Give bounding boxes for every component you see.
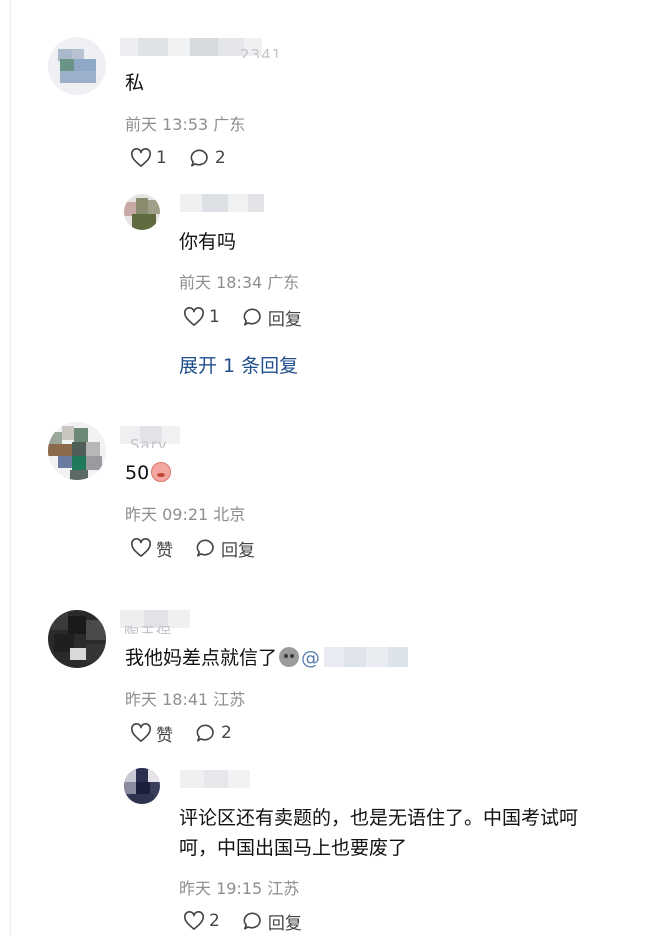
- heart-outline-icon: [183, 307, 209, 327]
- reply-button[interactable]: 回复: [195, 536, 255, 561]
- username-blurred[interactable]: [180, 770, 252, 788]
- heart-outline-icon: [130, 723, 156, 743]
- reply-text-line-2: 呵，中国出国马上也要废了: [179, 837, 408, 859]
- reply-label: 回复: [221, 540, 255, 561]
- reply-button[interactable]: 回复: [242, 909, 302, 934]
- speech-bubble-icon: [195, 723, 221, 743]
- pig-emoji-icon: [151, 462, 172, 482]
- like-button[interactable]: 赞: [130, 536, 173, 561]
- like-label: 赞: [156, 725, 173, 746]
- avatar[interactable]: [48, 610, 106, 668]
- reply-actions: 1 回复: [183, 305, 324, 330]
- comment-actions: 1 2: [130, 146, 248, 170]
- reply-button[interactable]: 回复: [242, 305, 302, 330]
- speech-bubble-icon: [195, 538, 221, 558]
- reply-meta: 昨天 19:15 江苏: [179, 879, 300, 898]
- mention-blurred[interactable]: [324, 647, 410, 667]
- comment-text: 私: [125, 72, 145, 94]
- reply-text: 评论区还有卖题的，也是无语住了。中国考试呵 呵，中国出国马上也要废了: [179, 803, 578, 863]
- speech-bubble-icon: [189, 148, 215, 168]
- heart-outline-icon: [130, 538, 156, 558]
- speech-bubble-icon: [242, 911, 268, 931]
- like-count: 1: [156, 148, 167, 168]
- reply-button[interactable]: 2: [195, 723, 232, 743]
- like-count: 2: [209, 911, 220, 931]
- reply-text-line-1: 评论区还有卖题的，也是无语住了。中国考试呵: [179, 807, 579, 829]
- comment-meta: 昨天 09:21 北京: [125, 505, 246, 524]
- heart-outline-icon: [130, 148, 156, 168]
- comment-actions: 赞 2: [130, 721, 254, 746]
- avatar[interactable]: [124, 194, 160, 230]
- avatar[interactable]: [124, 768, 160, 804]
- reply-button[interactable]: 2: [189, 148, 226, 168]
- like-button[interactable]: 1: [183, 307, 220, 327]
- like-count: 1: [209, 307, 220, 327]
- username-fragment: 陶王保: [124, 624, 173, 634]
- comment-text: 我他妈差点就信了 @: [125, 643, 410, 673]
- speechless-emoji-icon: [279, 647, 300, 667]
- reply-label: 回复: [267, 309, 302, 330]
- avatar[interactable]: [48, 37, 106, 95]
- username-blurred[interactable]: [180, 194, 270, 212]
- avatar[interactable]: [48, 422, 106, 480]
- like-button[interactable]: 赞: [130, 721, 173, 746]
- like-label: 赞: [156, 540, 173, 561]
- like-button[interactable]: 1: [130, 148, 167, 168]
- mention-at[interactable]: @: [301, 647, 320, 669]
- comment-meta: 前天 13:53 广东: [125, 115, 246, 134]
- username-fragment: Sary: [130, 436, 168, 448]
- expand-replies-link[interactable]: 展开 1 条回复: [179, 351, 298, 378]
- comment-actions: 赞 回复: [130, 536, 277, 561]
- username-fragment: 2341: [240, 46, 283, 58]
- reply-label: 回复: [267, 913, 302, 934]
- speech-bubble-icon: [242, 307, 268, 327]
- reply-count: 2: [221, 723, 232, 743]
- page-left-border: [10, 0, 11, 936]
- reply-actions: 2 回复: [183, 909, 324, 934]
- reply-count: 2: [214, 148, 226, 168]
- comment-text: 50: [125, 458, 172, 488]
- comment-meta: 昨天 18:41 江苏: [125, 690, 246, 709]
- like-button[interactable]: 2: [183, 911, 220, 931]
- reply-text: 你有吗: [179, 231, 237, 253]
- heart-outline-icon: [183, 911, 209, 931]
- reply-meta: 前天 18:34 广东: [179, 273, 300, 292]
